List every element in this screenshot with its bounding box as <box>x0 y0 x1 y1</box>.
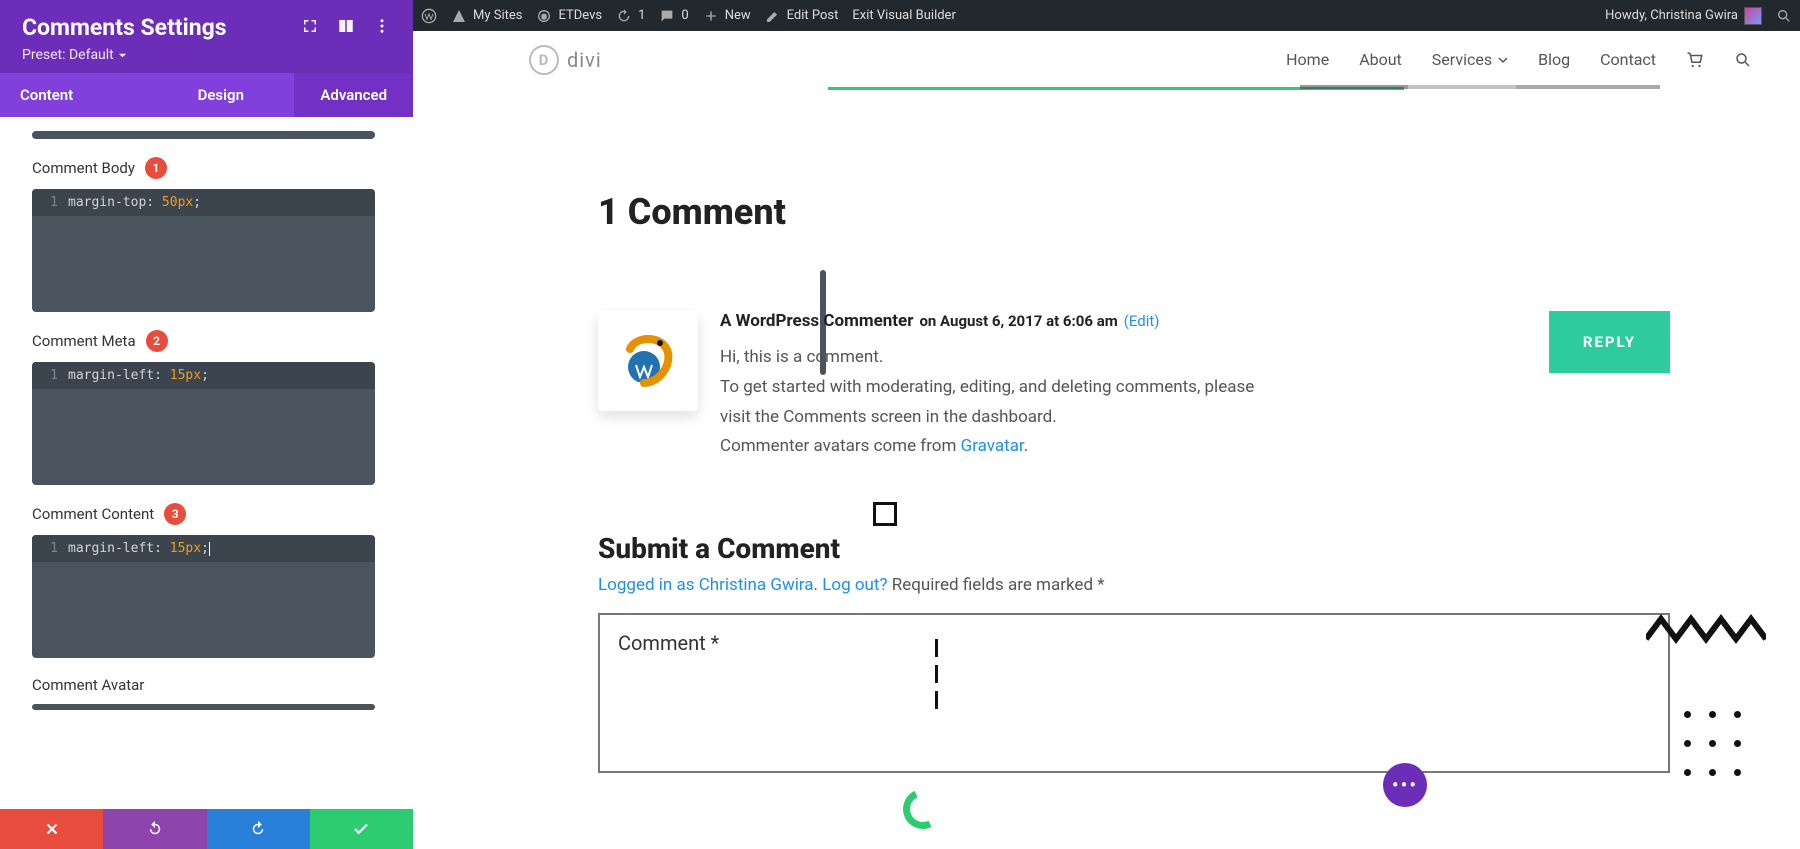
settings-tabs: Content Design Advanced <box>0 73 413 117</box>
builder-fab[interactable]: ••• <box>1383 763 1427 807</box>
section-comment-meta-label: Comment Meta 2 <box>32 330 395 352</box>
css-editor-meta[interactable]: 1 margin-left: 15px; <box>32 362 375 485</box>
logged-in-link[interactable]: Logged in as Christina Gwira <box>598 575 814 595</box>
section-comment-body-label: Comment Body 1 <box>32 157 395 179</box>
comment-avatar <box>598 311 698 411</box>
preset-dropdown[interactable]: Preset: Default <box>22 47 391 63</box>
comment-author[interactable]: A WordPress Commenter <box>720 311 913 331</box>
tab-advanced[interactable]: Advanced <box>294 73 413 117</box>
search-icon[interactable] <box>1734 51 1752 69</box>
sidebar-actions <box>0 809 413 849</box>
settings-title: Comments Settings <box>22 14 227 41</box>
exit-builder[interactable]: Exit Visual Builder <box>852 8 955 23</box>
sidebar-header: Comments Settings Preset: Default <box>0 0 413 73</box>
admin-search-icon[interactable] <box>1776 8 1792 24</box>
text-cursor <box>209 542 210 556</box>
nav-home[interactable]: Home <box>1286 50 1329 69</box>
prev-section-sliver <box>32 131 375 139</box>
nav-contact[interactable]: Contact <box>1600 50 1656 69</box>
my-sites[interactable]: My Sites <box>451 8 522 24</box>
comment-date: on August 6, 2017 at 6:06 am <box>919 312 1117 330</box>
cart-icon[interactable] <box>1686 51 1704 69</box>
css-editor-avatar[interactable] <box>32 704 375 710</box>
site-logo[interactable]: D divi <box>529 45 602 75</box>
deco-dots-icon <box>1675 702 1750 789</box>
logo-text: divi <box>567 48 602 72</box>
settings-body: Comment Body 1 1 margin-top: 50px; Comme… <box>0 117 413 809</box>
redo-button[interactable] <box>207 809 310 849</box>
css-editor-body[interactable]: 1 margin-top: 50px; <box>32 189 375 312</box>
reply-button[interactable]: REPLY <box>1549 311 1670 373</box>
comment-item: A WordPress Commenter on August 6, 2017 … <box>598 311 1670 462</box>
submit-subtext: Logged in as Christina Gwira. Log out? R… <box>598 575 1670 595</box>
deco-zigzag-icon <box>1646 609 1766 649</box>
logo-mark-icon: D <box>529 45 559 75</box>
columns-icon[interactable] <box>337 17 355 39</box>
comments-heading: 1 Comment <box>598 191 1670 233</box>
user-avatar-icon <box>1744 7 1762 25</box>
comment-text: Hi, this is a comment. To get started wi… <box>720 343 1260 462</box>
gravatar-link[interactable]: Gravatar <box>961 436 1024 456</box>
deco-arc-icon <box>897 783 948 834</box>
logout-link[interactable]: Log out? <box>822 575 887 595</box>
expand-icon[interactable] <box>301 17 319 39</box>
deco-stripes-icon <box>935 639 938 709</box>
deco-square-icon <box>873 502 897 526</box>
hero-thumbnail-strip <box>1300 85 1660 89</box>
tab-design[interactable]: Design <box>147 73 294 117</box>
updates[interactable]: 1 <box>616 8 645 24</box>
nav-blog[interactable]: Blog <box>1538 50 1570 69</box>
howdy-user[interactable]: Howdy, Christina Gwira <box>1605 7 1762 25</box>
tab-content[interactable]: Content <box>0 73 147 117</box>
section-comment-content-label: Comment Content 3 <box>32 503 395 525</box>
page-preview: My Sites ETDevs 1 0 New Edit Post Exit V… <box>413 0 1800 849</box>
chevron-down-icon <box>1498 55 1508 65</box>
undo-button[interactable] <box>103 809 206 849</box>
submit-heading: Submit a Comment <box>598 532 1670 565</box>
wapuu-icon <box>616 329 680 393</box>
comment-textarea[interactable]: Comment * <box>598 613 1670 773</box>
nav-about[interactable]: About <box>1359 50 1402 69</box>
badge-1: 1 <box>145 157 167 179</box>
nav-services[interactable]: Services <box>1432 50 1508 69</box>
comments-count[interactable]: 0 <box>659 8 688 24</box>
preset-label: Preset: Default <box>22 47 114 63</box>
section-comment-avatar-label: Comment Avatar <box>32 676 395 694</box>
css-editor-content[interactable]: 1 margin-left: 15px; <box>32 535 375 658</box>
site-name[interactable]: ETDevs <box>536 8 602 24</box>
comment-edit-link[interactable]: (Edit) <box>1124 312 1160 330</box>
edit-post[interactable]: Edit Post <box>765 8 839 24</box>
wp-logo-icon[interactable] <box>421 8 437 24</box>
settings-sidebar: Comments Settings Preset: Default Conten… <box>0 0 413 849</box>
caret-down-icon <box>118 51 127 60</box>
cancel-button[interactable] <box>0 809 103 849</box>
badge-2: 2 <box>146 330 168 352</box>
save-button[interactable] <box>310 809 413 849</box>
site-navbar: D divi Home About Services Blog Contact <box>413 31 1800 88</box>
kebab-icon[interactable] <box>373 17 391 39</box>
new-content[interactable]: New <box>703 8 751 24</box>
badge-3: 3 <box>164 503 186 525</box>
wp-admin-bar: My Sites ETDevs 1 0 New Edit Post Exit V… <box>413 0 1800 31</box>
comment-meta: A WordPress Commenter on August 6, 2017 … <box>720 311 1670 331</box>
